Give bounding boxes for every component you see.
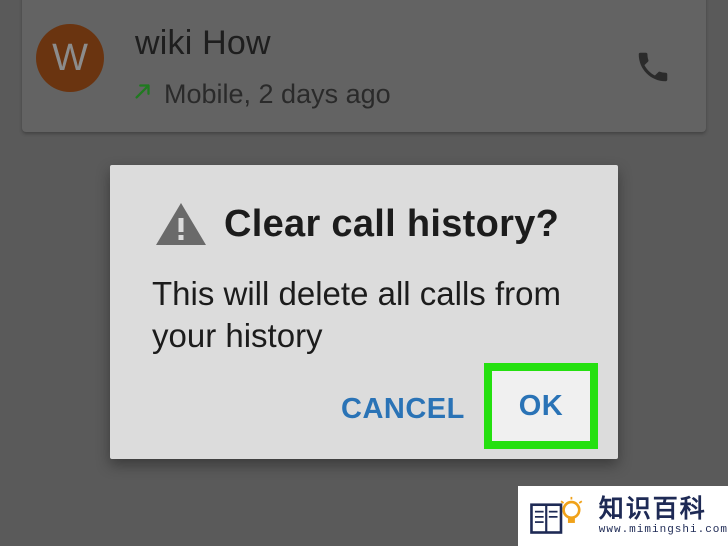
watermark-title: 知识百科: [598, 494, 707, 523]
ok-button[interactable]: OK: [492, 371, 590, 441]
dialog-header: Clear call history?: [154, 201, 559, 247]
cancel-button[interactable]: CANCEL: [341, 393, 465, 426]
call-log-entry[interactable]: [22, 0, 706, 132]
dialog-message: This will delete all calls from your his…: [152, 275, 561, 354]
watermark-url: www.mimingshi.com: [598, 524, 728, 536]
outgoing-arrow-icon: [135, 84, 150, 99]
contact-name: wiki How: [135, 24, 271, 62]
contact-avatar[interactable]: W: [36, 24, 104, 92]
dialog-title: Clear call history?: [224, 202, 560, 245]
call-detail-text: Mobile, 2 days ago: [164, 78, 391, 109]
call-detail-row: Mobile, 2 days ago: [132, 78, 391, 110]
phone-icon[interactable]: [634, 48, 672, 86]
book-lightbulb-logo-icon: [530, 496, 583, 534]
clear-history-dialog: Clear call history? This will delete all…: [110, 165, 618, 459]
warning-icon: [156, 203, 206, 245]
watermark-logo: 知识百科 www.mimingshi.com: [518, 486, 728, 546]
watermark-text: 知识百科 www.mimingshi.com: [599, 495, 728, 537]
ok-button-highlight: OK: [484, 363, 598, 449]
